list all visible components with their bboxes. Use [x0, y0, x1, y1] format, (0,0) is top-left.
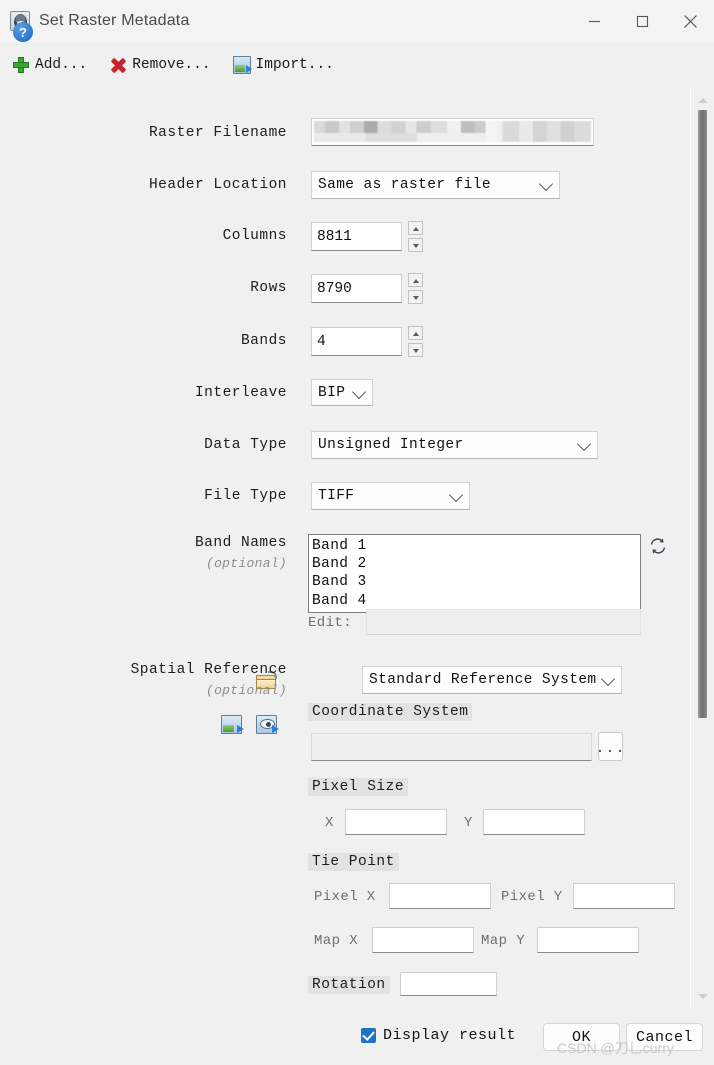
tie-point-pixel-x-input[interactable]	[389, 883, 491, 909]
list-item[interactable]: Band 1	[312, 537, 640, 555]
pixel-size-header: Pixel Size	[308, 778, 409, 796]
chevron-down-icon	[538, 176, 554, 192]
rows-input[interactable]	[311, 274, 402, 303]
window-controls	[570, 0, 714, 42]
window-title: Set Raster Metadata	[39, 12, 190, 29]
raster-filename-label: Raster Filename	[148, 125, 287, 141]
file-type-select[interactable]: TIFF	[311, 482, 470, 510]
tie-point-map-y-input[interactable]	[537, 927, 639, 953]
spatial-reference-label: Spatial Reference	[130, 662, 287, 678]
form-scrollbar[interactable]	[690, 88, 714, 1008]
chevron-down-icon	[351, 384, 367, 399]
red-x-icon	[109, 56, 127, 74]
rows-spinner[interactable]	[408, 273, 423, 307]
data-type-select[interactable]: Unsigned Integer	[311, 431, 598, 459]
spatial-reference-mode-select[interactable]: Standard Reference System	[362, 666, 622, 694]
header-location-value: Same as raster file	[318, 177, 491, 193]
display-result-checkbox[interactable]: Display result	[361, 1027, 516, 1044]
list-item[interactable]: Band 2	[312, 555, 640, 573]
interleave-label: Interleave	[194, 385, 287, 401]
band-names-label: Band Names	[194, 535, 287, 551]
rotation-label: Rotation	[308, 976, 390, 994]
import-from-view-icon[interactable]	[256, 715, 279, 734]
pixel-size-x-label: X	[325, 815, 334, 831]
columns-spinner-up[interactable]	[408, 221, 423, 235]
display-result-label: Display result	[383, 1027, 517, 1044]
spatial-reference-sublabel: (optional)	[205, 683, 287, 698]
rows-spinner-down[interactable]	[408, 290, 423, 304]
pixel-size-x-input[interactable]	[345, 809, 447, 835]
header-location-label: Header Location	[148, 177, 287, 193]
coordinate-system-input[interactable]	[311, 733, 592, 761]
import-image-icon	[232, 56, 252, 74]
bands-input[interactable]	[311, 327, 402, 356]
rows-label: Rows	[250, 280, 287, 296]
file-type-value: TIFF	[318, 488, 355, 504]
rows-spinner-up[interactable]	[408, 273, 423, 287]
remove-button-label: Remove...	[132, 57, 211, 73]
scroll-up-icon[interactable]	[691, 92, 714, 108]
help-button[interactable]: ?	[13, 22, 33, 42]
raster-filename-redacted-value	[314, 121, 591, 142]
tie-point-pixel-y-input[interactable]	[573, 883, 675, 909]
coordinate-system-browse-button[interactable]: ...	[596, 732, 625, 761]
metadata-form: Raster Filename Header Location Same as …	[0, 88, 690, 1008]
tie-point-pixel-x-label: Pixel X	[314, 889, 376, 905]
tie-point-header: Tie Point	[308, 853, 399, 871]
tie-point-map-x-input[interactable]	[372, 927, 474, 953]
band-names-edit-label: Edit:	[308, 615, 353, 631]
chevron-down-icon	[600, 671, 616, 687]
chevron-down-icon	[448, 487, 464, 503]
band-names-sublabel: (optional)	[205, 556, 287, 571]
list-item[interactable]: Band 3	[312, 573, 640, 591]
close-icon[interactable]	[666, 0, 714, 42]
scrollbar-thumb[interactable]	[698, 110, 707, 718]
scroll-down-icon[interactable]	[691, 988, 714, 1004]
columns-spinner[interactable]	[408, 221, 423, 255]
columns-label: Columns	[222, 228, 287, 244]
import-button-label: Import...	[255, 57, 334, 73]
interleave-select[interactable]: BIP	[311, 379, 373, 406]
maximize-icon[interactable]	[618, 0, 666, 42]
chevron-down-icon	[576, 436, 592, 452]
band-names-edit-input[interactable]	[366, 609, 641, 635]
bands-label: Bands	[240, 333, 287, 349]
pixel-size-y-input[interactable]	[483, 809, 585, 835]
add-button[interactable]: Add...	[12, 56, 87, 74]
bands-spinner[interactable]	[408, 326, 423, 360]
tie-point-map-y-label: Map Y	[481, 933, 526, 949]
columns-spinner-down[interactable]	[408, 238, 423, 252]
spatial-reference-mode-value: Standard Reference System	[369, 672, 597, 688]
band-names-list[interactable]: Band 1 Band 2 Band 3 Band 4	[308, 534, 641, 613]
add-button-label: Add...	[35, 57, 88, 73]
bands-spinner-down[interactable]	[408, 343, 423, 357]
refresh-icon[interactable]	[648, 536, 668, 556]
import-from-raster-icon[interactable]	[221, 715, 244, 734]
cancel-button[interactable]: Cancel	[626, 1023, 703, 1051]
file-type-label: File Type	[204, 488, 287, 504]
tie-point-pixel-y-label: Pixel Y	[501, 889, 563, 905]
title-bar: Set Raster Metadata	[0, 0, 714, 42]
data-type-value: Unsigned Integer	[318, 437, 464, 453]
remove-button[interactable]: Remove...	[109, 56, 211, 74]
pixel-size-y-label: Y	[464, 815, 473, 831]
tie-point-map-x-label: Map X	[314, 933, 359, 949]
coordinate-system-header: Coordinate System	[308, 703, 473, 721]
import-button[interactable]: Import...	[232, 56, 334, 74]
minimize-icon[interactable]	[570, 0, 618, 42]
rotation-input[interactable]	[400, 972, 497, 996]
list-item[interactable]: Band 4	[312, 592, 640, 610]
raster-filename-input[interactable]	[311, 118, 594, 146]
toolbar: Add... Remove... Import...	[0, 42, 714, 88]
checkbox-checked-icon[interactable]	[361, 1028, 376, 1043]
data-type-label: Data Type	[204, 437, 287, 453]
ok-button[interactable]: OK	[543, 1023, 620, 1051]
bands-spinner-up[interactable]	[408, 326, 423, 340]
columns-input[interactable]	[311, 222, 402, 251]
plus-icon	[12, 56, 30, 74]
interleave-value: BIP	[318, 384, 346, 401]
header-location-select[interactable]: Same as raster file	[311, 171, 560, 199]
